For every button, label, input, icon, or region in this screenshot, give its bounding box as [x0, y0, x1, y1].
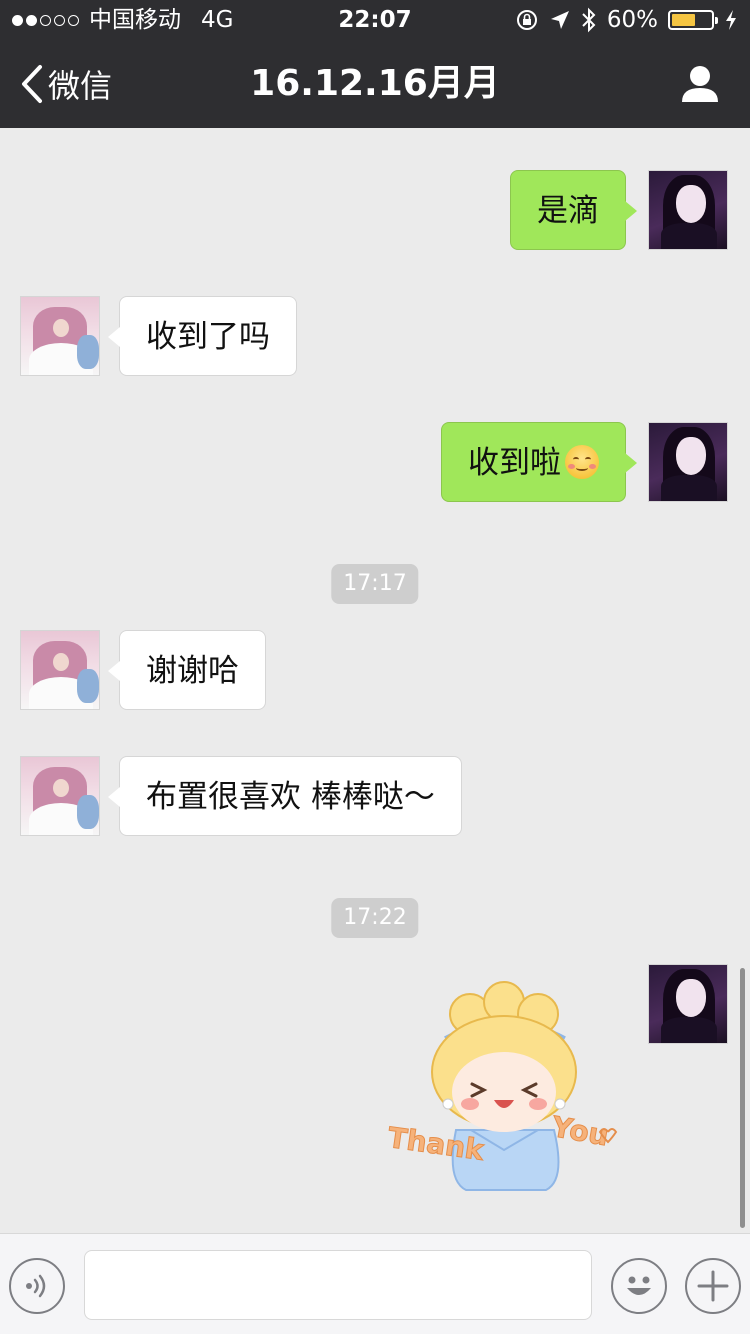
battery-icon — [668, 10, 718, 30]
thank-you-sticker[interactable]: Thank You — [386, 980, 622, 1200]
sticker-word-left: Thank — [386, 1121, 487, 1167]
contact-avatar[interactable] — [20, 296, 100, 376]
emoji-button[interactable] — [611, 1258, 667, 1314]
message-bubble-incoming[interactable]: 布置很喜欢 棒棒哒～ — [108, 756, 462, 836]
message-text: 收到了吗 — [146, 319, 270, 355]
input-bar — [0, 1233, 750, 1334]
bluetooth-icon — [582, 7, 596, 33]
battery-percent: 60% — [606, 7, 658, 33]
more-button[interactable] — [685, 1258, 741, 1314]
message-text: 谢谢哈 — [146, 653, 239, 689]
location-arrow-icon — [550, 11, 569, 29]
message-input[interactable] — [84, 1250, 592, 1320]
carrier-name: 中国移动 — [89, 7, 181, 33]
message-text: 收到啦 — [468, 445, 561, 481]
message-text: 布置很喜欢 棒棒哒～ — [146, 779, 435, 815]
status-bar: 中国移动 4G 22:07 60% — [0, 0, 750, 40]
my-avatar[interactable] — [648, 964, 728, 1044]
status-left: 中国移动 4G — [12, 0, 233, 40]
chat-area[interactable]: 是滴 收到了吗 收到啦 17:17 谢谢哈 布置很喜欢 棒棒哒～ 17:22 T… — [0, 128, 750, 1233]
message-bubble-outgoing[interactable]: 是滴 — [510, 170, 637, 250]
message-bubble-outgoing[interactable]: 收到啦 — [441, 422, 637, 502]
nav-bar: 微信 16.12.16月月 — [0, 40, 750, 128]
message-timestamp: 17:17 — [331, 564, 419, 604]
message-bubble-incoming[interactable]: 收到了吗 — [108, 296, 297, 376]
voice-button[interactable] — [9, 1258, 65, 1314]
message-bubble-incoming[interactable]: 谢谢哈 — [108, 630, 266, 710]
battery-level — [672, 14, 695, 26]
chat-title: 16.12.16月月 — [250, 63, 500, 104]
voice-icon — [26, 1274, 46, 1298]
profile-icon[interactable] — [680, 64, 720, 104]
my-avatar[interactable] — [648, 170, 728, 250]
smiling-face-emoji — [565, 445, 599, 479]
message-timestamp: 17:22 — [331, 898, 419, 938]
contact-avatar[interactable] — [20, 756, 100, 836]
signal-dots-icon — [12, 14, 79, 26]
plus-icon — [697, 1270, 729, 1302]
chat-scrollbar[interactable] — [740, 968, 745, 1228]
emoji-icon — [627, 1276, 651, 1295]
my-avatar[interactable] — [648, 422, 728, 502]
rotation-lock-icon — [516, 10, 537, 30]
charging-bolt-icon — [726, 10, 736, 30]
contact-avatar[interactable] — [20, 630, 100, 710]
message-text: 是滴 — [537, 193, 599, 229]
network-type: 4G — [201, 7, 234, 33]
status-right: 60% — [515, 0, 738, 40]
